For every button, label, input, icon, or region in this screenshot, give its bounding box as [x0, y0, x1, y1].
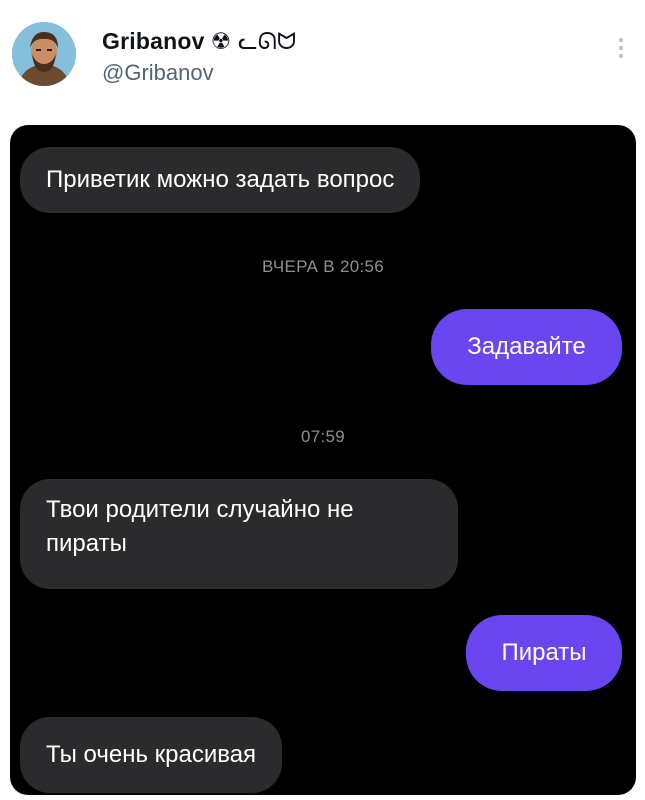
user-handle[interactable]: @Gribanov: [102, 60, 214, 86]
timestamp: 07:59: [300, 427, 346, 446]
display-name[interactable]: Gribanov ☢ ᓚᘏᗢ: [102, 28, 296, 55]
chat-screenshot: Приветик можно задать вопрос ВЧЕРА В 20:…: [10, 125, 636, 795]
message-outgoing: Пираты: [466, 615, 622, 691]
display-name-emoji: ☢ ᓚᘏᗢ: [210, 28, 297, 54]
message-outgoing: Задавайте: [431, 309, 622, 385]
tweet-header: Gribanov ☢ ᓚᘏᗢ @Gribanov: [0, 0, 645, 120]
display-name-text: Gribanov: [102, 28, 205, 54]
more-options-icon[interactable]: [614, 38, 628, 68]
avatar[interactable]: [12, 22, 76, 86]
message-incoming: Твои родители случайно не пираты: [20, 479, 458, 589]
timestamp: ВЧЕРА В 20:56: [261, 257, 384, 276]
message-incoming: Приветик можно задать вопрос: [20, 147, 421, 213]
message-incoming: Ты очень красивая: [20, 717, 283, 793]
